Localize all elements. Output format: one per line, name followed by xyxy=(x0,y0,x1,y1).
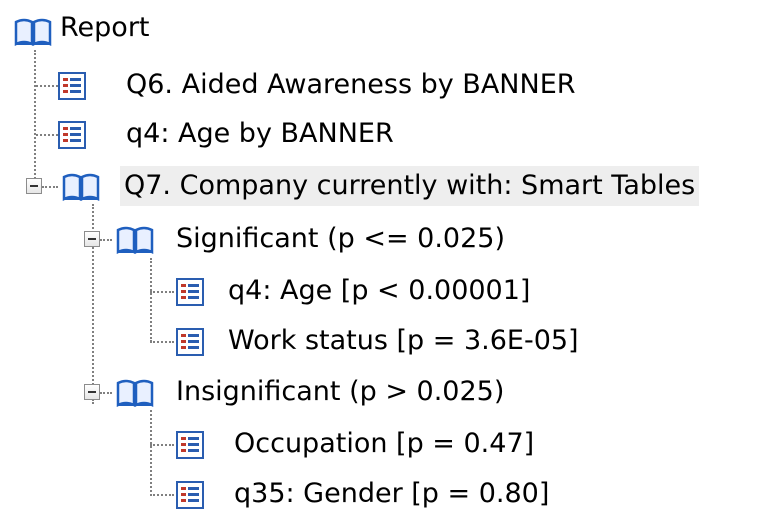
collapse-toggle-significant[interactable] xyxy=(84,231,100,247)
book-icon xyxy=(116,379,154,407)
book-icon xyxy=(14,18,52,46)
book-icon xyxy=(62,173,100,201)
tree-connector xyxy=(150,258,152,342)
tree-connector xyxy=(34,50,36,186)
book-icon xyxy=(116,226,154,254)
table-icon xyxy=(176,328,204,356)
tree-node-q7[interactable]: Q7. Company currently with: Smart Tables xyxy=(56,161,769,211)
tree-connector xyxy=(150,341,174,343)
tree-node-q4-banner[interactable]: q4: Age by BANNER xyxy=(56,109,556,159)
tree-node-label: Significant (p <= 0.025) xyxy=(176,223,505,254)
report-tree: Report Q6. Aided Awareness by BANNER q4:… xyxy=(0,0,769,510)
table-icon xyxy=(176,481,204,509)
tree-node-label: Occupation [p = 0.47] xyxy=(234,428,535,459)
collapse-toggle-q7[interactable] xyxy=(26,178,42,194)
table-icon xyxy=(58,72,86,100)
tree-connector xyxy=(36,134,58,136)
tree-node-q4-age[interactable]: q4: Age [p < 0.00001] xyxy=(174,266,674,316)
tree-node-insignificant[interactable]: Insignificant (p > 0.025) xyxy=(112,367,612,417)
tree-node-label: q4: Age [p < 0.00001] xyxy=(228,275,531,306)
collapse-toggle-insignificant[interactable] xyxy=(84,384,100,400)
tree-node-label: Q7. Company currently with: Smart Tables xyxy=(120,166,700,206)
tree-node-report[interactable]: Report xyxy=(0,8,200,58)
tree-node-q35-gender[interactable]: q35: Gender [p = 0.80] xyxy=(174,469,674,519)
tree-node-label: q35: Gender [p = 0.80] xyxy=(234,478,550,509)
tree-connector xyxy=(150,291,174,293)
table-icon xyxy=(176,431,204,459)
tree-node-label: q4: Age by BANNER xyxy=(126,118,394,149)
tree-connector xyxy=(150,444,174,446)
tree-node-label: Q6. Aided Awareness by BANNER xyxy=(126,69,576,100)
tree-node-label: Work status [p = 3.6E-05] xyxy=(228,325,579,356)
table-icon xyxy=(58,121,86,149)
tree-node-occupation[interactable]: Occupation [p = 0.47] xyxy=(174,419,674,469)
table-icon xyxy=(176,278,204,306)
tree-node-label: Report xyxy=(60,12,150,43)
tree-connector xyxy=(150,494,174,496)
tree-connector xyxy=(36,85,58,87)
tree-connector xyxy=(150,410,152,496)
tree-connector xyxy=(100,392,112,394)
tree-node-q6[interactable]: Q6. Aided Awareness by BANNER xyxy=(56,60,656,110)
tree-node-label: Insignificant (p > 0.025) xyxy=(176,376,505,407)
tree-connector xyxy=(100,239,112,241)
tree-node-significant[interactable]: Significant (p <= 0.025) xyxy=(112,214,612,264)
tree-node-work-status[interactable]: Work status [p = 3.6E-05] xyxy=(174,316,674,366)
